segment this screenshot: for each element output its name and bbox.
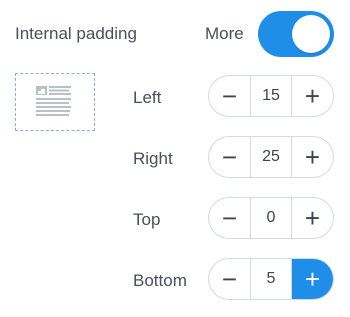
padding-left-value[interactable]: 15 [250, 76, 292, 116]
padding-right-value[interactable]: 25 [250, 137, 292, 177]
padding-bottom-decrement-button[interactable]: − [209, 259, 250, 299]
padding-right-label: Right [133, 149, 173, 168]
toggle-knob [292, 15, 330, 53]
padding-top-label: Top [133, 210, 161, 229]
more-label: More [205, 24, 244, 43]
padding-left-label: Left [133, 88, 162, 107]
padding-bottom-label: Bottom [133, 271, 187, 290]
padding-left-decrement-button[interactable]: − [209, 76, 250, 116]
padding-bottom-stepper: − 5 + [208, 258, 334, 300]
padding-right-stepper: − 25 + [208, 136, 334, 178]
padding-bottom-increment-button[interactable]: + [292, 259, 333, 299]
padding-left-increment-button[interactable]: + [292, 76, 333, 116]
padding-top-value[interactable]: 0 [250, 198, 292, 238]
padding-preview [15, 73, 95, 131]
padding-bottom-value[interactable]: 5 [250, 259, 292, 299]
document-preview-icon [36, 86, 71, 116]
padding-top-decrement-button[interactable]: − [209, 198, 250, 238]
padding-right-increment-button[interactable]: + [292, 137, 333, 177]
padding-left-stepper: − 15 + [208, 75, 334, 117]
more-toggle[interactable] [258, 11, 334, 57]
section-title: Internal padding [15, 24, 137, 43]
padding-top-stepper: − 0 + [208, 197, 334, 239]
padding-right-decrement-button[interactable]: − [209, 137, 250, 177]
padding-top-increment-button[interactable]: + [292, 198, 333, 238]
